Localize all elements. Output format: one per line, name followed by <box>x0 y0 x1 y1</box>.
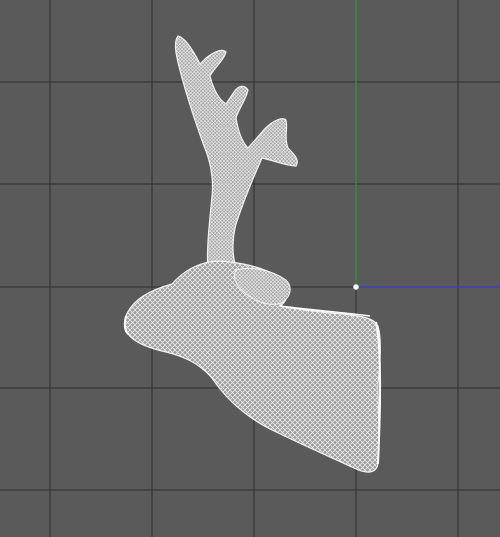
origin-pivot-icon[interactable] <box>353 284 359 290</box>
3d-viewport[interactable] <box>0 0 500 537</box>
viewport-canvas[interactable] <box>0 0 500 537</box>
